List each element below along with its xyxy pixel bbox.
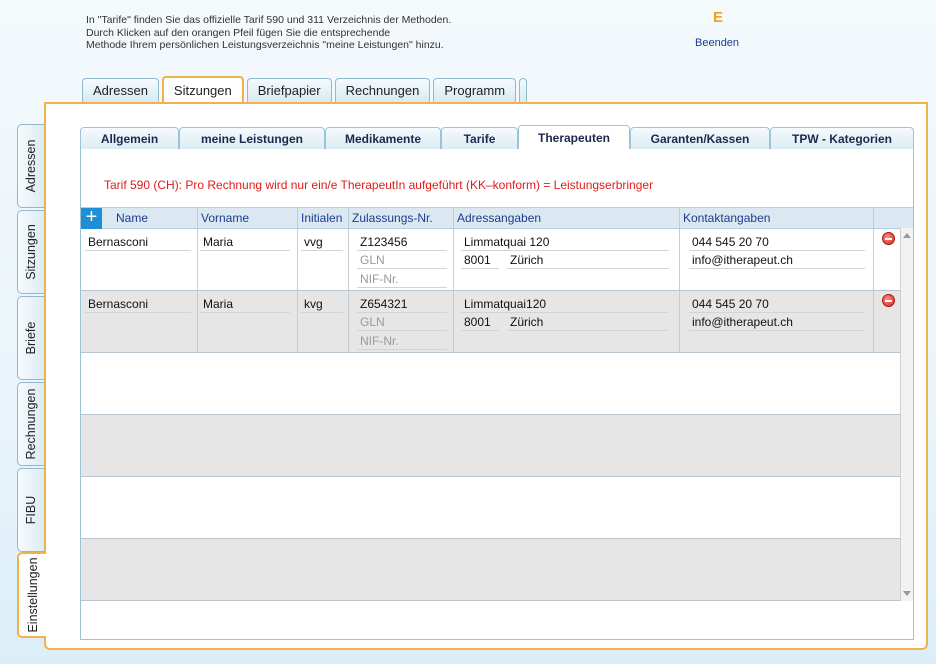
cell-divider [297, 229, 298, 290]
phone-field[interactable]: 044 545 20 70 [689, 297, 865, 313]
cell-divider [679, 291, 680, 352]
tab-briefpapier[interactable]: Briefpapier [246, 78, 332, 102]
tarif-notice: Tarif 590 (CH): Pro Rechnung wird nur ei… [104, 178, 654, 192]
scroll-down-icon[interactable] [903, 591, 911, 596]
subtab-allgemein[interactable]: Allgemein [80, 127, 179, 149]
col-actions [873, 208, 913, 229]
email-field[interactable]: info@itherapeut.ch [689, 315, 865, 331]
app-logo: E [713, 9, 724, 26]
subtab-tarife[interactable]: Tarife [441, 127, 518, 149]
zip-field[interactable]: 8001 [461, 253, 499, 269]
hint-text: In "Tarife" finden Sie das offizielle Ta… [86, 14, 526, 52]
col-vorname: Vorname [197, 208, 297, 229]
sidetab-label: Einstellungen [25, 557, 40, 633]
street-field[interactable]: Limmatquai120 [461, 297, 669, 313]
hint-line-3: Methode Ihrem persönlichen Leistungsverz… [86, 39, 444, 51]
empty-row [81, 539, 913, 601]
nif-field[interactable]: NIF-Nr. [357, 334, 447, 350]
vorname-field[interactable]: Maria [200, 297, 290, 313]
sidetab-label: FIBU [24, 495, 38, 525]
city-field[interactable]: Zürich [507, 315, 669, 331]
zip-field[interactable]: 8001 [461, 315, 499, 331]
name-field[interactable]: Bernasconi [85, 235, 191, 251]
sidetab-adressen[interactable]: Adressen [17, 124, 44, 208]
col-kontaktangaben: Kontaktangaben [679, 208, 873, 229]
zulassung-field[interactable]: Z123456 [357, 235, 447, 251]
subtab-meine-leistungen[interactable]: meine Leistungen [179, 127, 325, 149]
cell-divider [453, 229, 454, 290]
table-header: + Name Vorname Initialen Zulassungs-Nr. … [81, 207, 913, 229]
tab-spacer [519, 78, 528, 102]
cell-divider [453, 291, 454, 352]
sidetab-briefe[interactable]: Briefe [17, 296, 44, 380]
add-therapist-button[interactable]: + [81, 206, 102, 229]
scroll-up-icon[interactable] [903, 233, 911, 238]
gln-field[interactable]: GLN [357, 315, 447, 331]
empty-row [81, 415, 913, 477]
gln-field[interactable]: GLN [357, 253, 447, 269]
subtab-therapeuten[interactable]: Therapeuten [518, 125, 630, 149]
subtab-tpw-kategorien[interactable]: TPW - Kategorien [770, 127, 914, 149]
email-field[interactable]: info@itherapeut.ch [689, 253, 865, 269]
sidetab-label: Sitzungen [24, 224, 38, 280]
tab-programm[interactable]: Programm [433, 78, 517, 102]
cell-divider [197, 291, 198, 352]
cell-divider [873, 291, 874, 352]
top-tabs: Adressen Sitzungen Briefpapier Rechnunge… [82, 76, 528, 102]
cell-divider [679, 229, 680, 290]
nif-field[interactable]: NIF-Nr. [357, 272, 447, 288]
minus-circle-icon[interactable] [882, 232, 895, 245]
initialen-field[interactable]: vvg [301, 235, 343, 251]
subtab-medikamente[interactable]: Medikamente [325, 127, 441, 149]
name-field[interactable]: Bernasconi [85, 297, 191, 313]
plus-icon: + [85, 206, 98, 228]
empty-row [81, 353, 913, 415]
hint-line-2: Durch Klicken auf den orangen Pfeil füge… [86, 26, 391, 39]
col-initialen: Initialen [297, 208, 348, 229]
phone-field[interactable]: 044 545 20 70 [689, 235, 865, 251]
initialen-field[interactable]: kvg [301, 297, 343, 313]
col-adressangaben: Adressangaben [453, 208, 680, 229]
table-scrollbar[interactable] [900, 228, 913, 601]
subtab-garanten-kassen[interactable]: Garanten/Kassen [630, 127, 770, 149]
tab-sitzungen[interactable]: Sitzungen [161, 76, 244, 102]
sidetab-label: Adressen [24, 139, 38, 193]
street-field[interactable]: Limmatquai 120 [461, 235, 669, 251]
cell-divider [197, 229, 198, 290]
sidetab-label: Rechnungen [24, 388, 38, 460]
sidetab-rechnungen[interactable]: Rechnungen [17, 382, 44, 466]
cell-divider [348, 229, 349, 290]
col-name: Name [116, 211, 149, 225]
sidetab-fibu[interactable]: FIBU [17, 468, 44, 552]
sub-tabs: Allgemein meine Leistungen Medikamente T… [80, 125, 914, 149]
col-zulassung: Zulassungs-Nr. [348, 208, 454, 229]
vorname-field[interactable]: Maria [200, 235, 290, 251]
sidetab-einstellungen[interactable]: Einstellungen [17, 552, 46, 638]
tab-rechnungen[interactable]: Rechnungen [334, 78, 431, 102]
minus-circle-icon[interactable] [882, 294, 895, 307]
cell-divider [348, 291, 349, 352]
therapist-table: + Name Vorname Initialen Zulassungs-Nr. … [81, 207, 913, 601]
sidetab-sitzungen[interactable]: Sitzungen [17, 210, 44, 294]
zulassung-field[interactable]: Z654321 [357, 297, 447, 313]
city-field[interactable]: Zürich [507, 253, 669, 269]
tab-adressen[interactable]: Adressen [82, 78, 159, 102]
empty-row [81, 477, 913, 539]
quit-link[interactable]: Beenden [695, 37, 739, 49]
table-row: Bernasconi Maria vvg Z123456 GLN NIF-Nr.… [81, 229, 913, 291]
sidetab-label: Briefe [24, 321, 38, 355]
table-row: Bernasconi Maria kvg Z654321 GLN NIF-Nr.… [81, 291, 913, 353]
hint-line-1: In "Tarife" finden Sie das offizielle Ta… [86, 14, 452, 26]
cell-divider [297, 291, 298, 352]
cell-divider [873, 229, 874, 290]
